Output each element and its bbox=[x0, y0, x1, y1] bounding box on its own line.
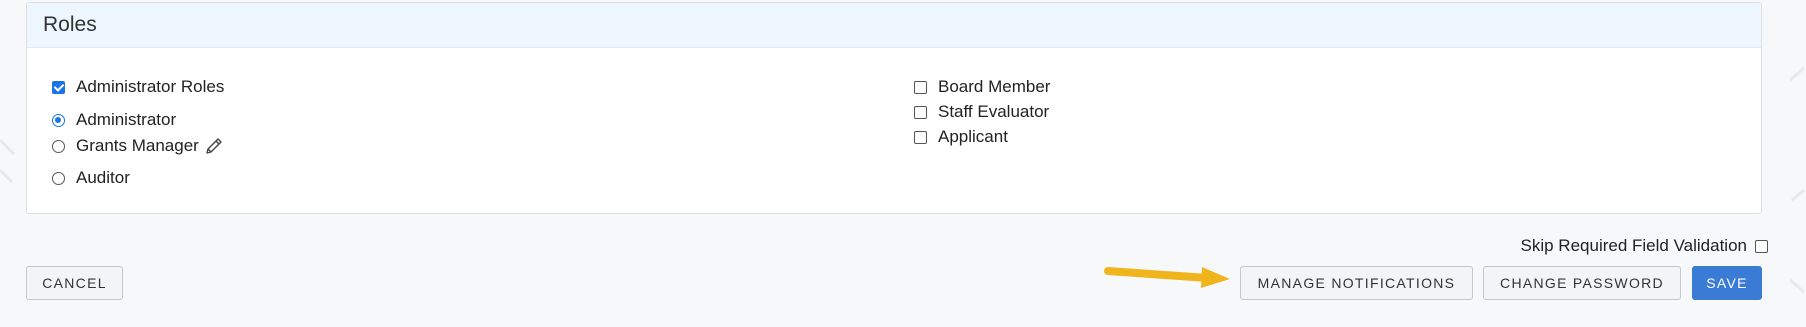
administrator-label: Administrator bbox=[76, 110, 177, 129]
role-radio-administrator[interactable]: Administrator bbox=[52, 110, 176, 130]
board-member-checkbox-row[interactable]: Board Member bbox=[914, 77, 1050, 97]
roles-card-header: Roles bbox=[27, 3, 1761, 48]
role-radio-auditor[interactable]: Auditor bbox=[52, 168, 130, 188]
applicant-checkbox-row[interactable]: Applicant bbox=[914, 127, 1008, 147]
change-password-button[interactable]: CHANGE PASSWORD bbox=[1483, 266, 1681, 300]
staff-evaluator-checkbox-row[interactable]: Staff Evaluator bbox=[914, 102, 1049, 122]
background-decoration-right bbox=[1789, 66, 1805, 294]
auditor-label: Auditor bbox=[76, 168, 130, 187]
pencil-icon[interactable] bbox=[203, 135, 225, 157]
role-radio-grants-manager[interactable]: Grants Manager bbox=[52, 135, 225, 157]
skip-required-field-validation[interactable]: Skip Required Field Validation bbox=[1521, 236, 1768, 256]
cancel-button[interactable]: CANCEL bbox=[26, 266, 123, 300]
administrator-roles-checkbox-row[interactable]: Administrator Roles bbox=[52, 77, 224, 97]
staff-evaluator-label: Staff Evaluator bbox=[938, 102, 1050, 121]
board-member-checkbox[interactable] bbox=[914, 80, 927, 94]
skip-validation-label: Skip Required Field Validation bbox=[1520, 236, 1747, 255]
applicant-label: Applicant bbox=[938, 127, 1008, 146]
staff-evaluator-checkbox[interactable] bbox=[914, 105, 927, 119]
background-decoration-left bbox=[0, 138, 16, 184]
board-member-label: Board Member bbox=[938, 77, 1051, 96]
roles-title: Roles bbox=[43, 13, 97, 36]
administrator-roles-checkbox[interactable] bbox=[52, 80, 65, 94]
applicant-checkbox[interactable] bbox=[914, 130, 927, 144]
roles-card: Roles Administrator Roles Administrator … bbox=[26, 2, 1762, 214]
skip-validation-checkbox[interactable] bbox=[1755, 239, 1768, 253]
grants-manager-label: Grants Manager bbox=[76, 136, 199, 155]
annotation-arrow-icon bbox=[1104, 267, 1230, 288]
administrator-roles-label: Administrator Roles bbox=[76, 77, 225, 96]
grants-manager-radio[interactable] bbox=[52, 139, 65, 153]
manage-notifications-button[interactable]: MANAGE NOTIFICATIONS bbox=[1240, 266, 1473, 300]
administrator-radio[interactable] bbox=[52, 113, 65, 127]
save-button[interactable]: SAVE bbox=[1692, 266, 1762, 300]
auditor-radio[interactable] bbox=[52, 171, 65, 185]
